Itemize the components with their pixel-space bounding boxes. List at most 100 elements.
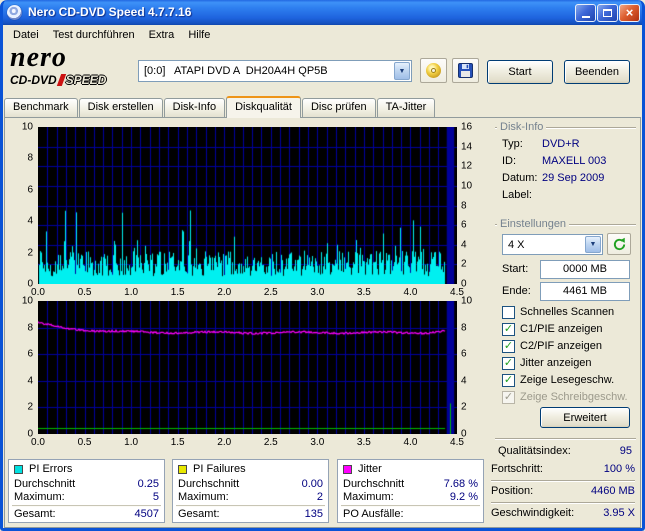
pi-failures-panel-header: PI Failures [178,463,246,475]
tab-disk-erstellen[interactable]: Disk erstellen [78,98,163,117]
tab-benchmark[interactable]: Benchmark [4,98,78,117]
axis-tick-label: 2.0 [217,437,232,448]
minimize-icon [581,15,590,18]
menu-test-durchfuehren[interactable]: Test durchführen [46,27,142,43]
axis-tick-label: 3.5 [356,287,371,298]
axis-tick-label: 4.5 [450,437,464,448]
axis-tick-label: 2.5 [263,437,278,448]
drive-select-value: [0:0] ATAPI DVD A DH20A4H QP5B [144,65,328,77]
settings-caption: Einstellungen [497,218,570,230]
pi-errors-panel-header: PI Errors [14,463,72,475]
stat-row: Gesamt: 135 [178,508,323,520]
scan-start-label: Start: [502,263,529,275]
axis-tick-label: 2 [27,401,33,413]
axis-tick-label: 10 [461,180,473,192]
minimize-button[interactable] [575,4,596,22]
save-button[interactable] [452,58,479,83]
axis-tick-label: 4 [27,215,33,227]
pi-chart-left-axis: 10 8 6 4 2 0 [15,122,35,290]
app-window: Nero CD-DVD Speed 4.7.7.16 × Datei Test … [0,0,645,531]
stat-row: PO Ausfälle: [343,508,404,520]
disk-info-caption: Disk-Info [497,121,547,133]
quit-button[interactable]: Beenden [564,60,630,84]
disk-type-label: Typ: [502,138,523,150]
axis-tick-label: 4 [27,375,33,387]
tab-disc-pruefen[interactable]: Disc prüfen [301,98,376,117]
menu-datei[interactable]: Datei [6,27,46,43]
titlebar[interactable]: Nero CD-DVD Speed 4.7.7.16 × [0,0,645,25]
jitter-panel-title: Jitter [358,463,382,475]
drive-select[interactable]: [0:0] ATAPI DVD A DH20A4H QP5B ▼ [138,60,412,82]
menu-hilfe[interactable]: Hilfe [181,27,217,43]
checkbox-zeige-lesegeschw[interactable]: ✓ Zeige Lesegeschw. [502,373,614,387]
speed-select[interactable]: 4 X ▼ [502,234,603,255]
pi-errors-panel-title: PI Errors [29,463,73,475]
progress-separator [491,502,635,504]
jitter-panel: Jitter Durchschnitt 7.68 % Maximum: 9.2 % … [337,459,484,523]
axis-tick-label: 6 [461,219,467,231]
disc-hole [431,68,436,73]
cd-disc-icon[interactable] [7,5,22,20]
advanced-button[interactable]: Erweitert [540,407,630,428]
stat-separator [176,505,325,507]
disk-id-value: MAXELL 003 [542,155,607,167]
checkbox-jitter-anzeigen[interactable]: ✓ Jitter anzeigen [502,356,592,370]
pi-chart-right-axis: 16 14 12 10 8 6 4 2 0 [459,122,479,290]
stat-separator [12,505,161,507]
check-icon: ✓ [503,323,514,335]
refresh-speed-button[interactable] [607,233,631,255]
start-button[interactable]: Start [487,60,553,84]
tab-bar: Benchmark Disk erstellen Disk-Info Diskq… [4,96,436,118]
jitter-legend-chip [343,464,352,474]
stat-row: Maximum: 5 [14,491,159,503]
axis-tick-label: 6 [27,348,33,360]
check-icon: ✓ [503,391,514,403]
tab-ta-jitter[interactable]: TA-Jitter [376,98,436,117]
axis-tick-label: 4 [461,375,467,387]
axis-tick-label: 10 [461,295,473,307]
jitter-panel-header: Jitter [343,463,382,475]
eject-button[interactable] [420,58,447,83]
axis-tick-label: 6 [461,348,467,360]
progress-panel: Fortschritt: 100 % Position: 4460 MB Gesch… [489,459,637,523]
pi-errors-panel: PI Errors Durchschnitt 0.25 Maximum: 5 Ges… [8,459,165,523]
menubar: Datei Test durchführen Extra Hilfe [3,25,642,45]
dropdown-arrow-icon[interactable]: ▼ [394,62,410,80]
check-icon: ✓ [503,340,514,352]
checkbox-c1-pie-anzeigen[interactable]: ✓ C1/PIE anzeigen [502,322,603,336]
maximize-button[interactable] [597,4,618,22]
progress-row: Geschwindigkeit: 3.95 X [491,507,635,519]
axis-tick-label: 0.5 [77,437,92,448]
pi-errors-legend-chip [14,464,23,474]
axis-tick-label: 12 [461,160,473,172]
tab-diskqualitaet[interactable]: Diskqualität [226,96,301,118]
axis-tick-label: 2 [461,258,467,270]
scan-end-field[interactable]: 4461 MB [540,282,630,301]
stat-separator [341,505,480,507]
axis-tick-label: 3.5 [356,437,371,448]
axis-tick-label: 8 [27,322,33,334]
stat-row: Maximum: 2 [178,491,323,503]
axis-tick-label: 0.5 [77,287,92,298]
axis-tick-label: 2.0 [217,287,232,298]
checkbox-schnelles-scannen[interactable]: ✓ Schnelles Scannen [502,305,614,319]
checkbox-box: ✓ [502,305,515,319]
axis-tick-label: 10 [21,295,33,307]
progress-separator [491,480,635,482]
axis-tick-label: 4 [461,239,467,251]
menu-extra[interactable]: Extra [142,27,182,43]
stat-row: Durchschnitt 0.00 [178,478,323,490]
axis-tick-label: 2 [27,247,33,259]
pi-chart-x-axis: 0.0 0.5 1.0 1.5 2.0 2.5 3.0 3.5 4.0 4.5 [31,287,464,299]
close-button[interactable]: × [619,4,640,22]
quality-index-value: 95 [619,445,632,457]
scan-start-field[interactable]: 0000 MB [540,260,630,279]
axis-tick-label: 8 [461,322,467,334]
checkbox-box: ✓ [502,373,515,387]
jitter-chart-x-axis: 0.0 0.5 1.0 1.5 2.0 2.5 3.0 3.5 4.0 4.5 [31,437,464,449]
tab-disk-info[interactable]: Disk-Info [163,98,226,117]
check-icon: ✓ [503,374,514,386]
checkbox-c2-pif-anzeigen[interactable]: ✓ C2/PIF anzeigen [502,339,602,353]
dropdown-arrow-icon[interactable]: ▼ [585,236,601,253]
stat-row: Maximum: 9.2 % [343,491,478,503]
